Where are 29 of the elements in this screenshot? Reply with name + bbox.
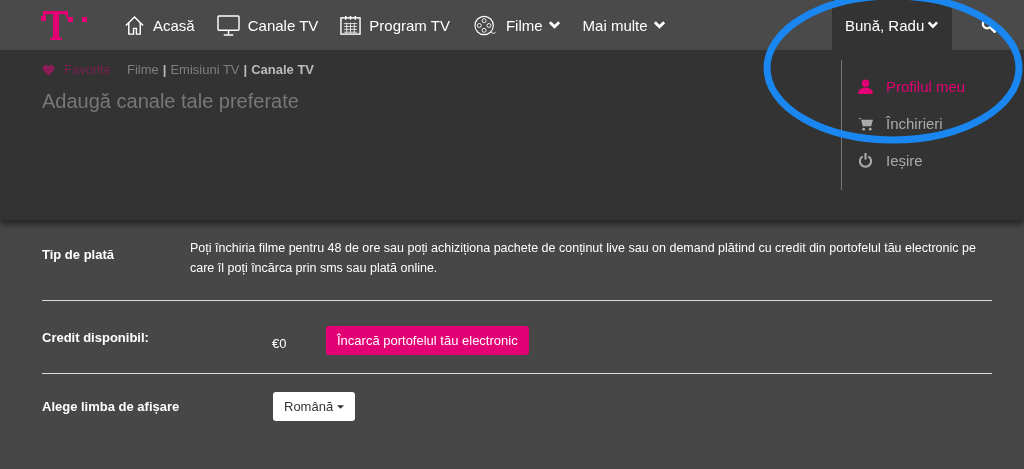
nav-link[interactable]: Filme <box>460 0 572 50</box>
user-icon <box>858 79 873 94</box>
field-label: Tip de plată <box>42 247 115 262</box>
breadcrumb-separator: | <box>162 62 167 77</box>
heart-icon <box>42 63 55 76</box>
breadcrumb-link[interactable]: Canale TV <box>251 62 314 77</box>
cart-icon <box>858 116 873 131</box>
credit-amount: €0 <box>272 336 288 351</box>
user-menu-item[interactable]: Închirieri <box>858 115 1024 132</box>
home-icon <box>124 14 145 36</box>
monitor-icon <box>216 14 240 36</box>
top-up-button[interactable]: Încarcă portofelul tău electronic <box>326 326 529 355</box>
nav-link[interactable]: Program TV <box>329 0 461 50</box>
film-reel-icon <box>471 14 498 36</box>
nav-link[interactable]: Acasă <box>113 0 206 50</box>
language-dropdown[interactable]: Română <box>273 392 356 421</box>
chevron-down-icon <box>927 20 939 30</box>
description-text: Poți închiria filme pentru 48 de ore sau poți achiziționa pachete de conținut live sau on demand plătind cu credit din portofelul tău electronic pe care îl poți încărca prin sms sau plată online. <box>190 240 977 277</box>
field-label: Alege limba de afișare <box>42 399 181 414</box>
breadcrumb-separator: | <box>243 62 248 77</box>
field-label: Credit disponibil: <box>42 330 150 345</box>
page-title: Adaugă canale tale preferate <box>42 90 300 113</box>
user-menu-item[interactable]: Ieșire <box>858 152 1024 169</box>
nav-link[interactable]: Mai multe <box>571 0 677 50</box>
power-icon <box>858 153 873 168</box>
nav-link[interactable]: Canale TV <box>205 0 330 50</box>
calendar-icon <box>340 14 362 36</box>
caret-icon <box>337 404 345 409</box>
user-menu-button[interactable]: Bună, Radu <box>832 0 952 50</box>
